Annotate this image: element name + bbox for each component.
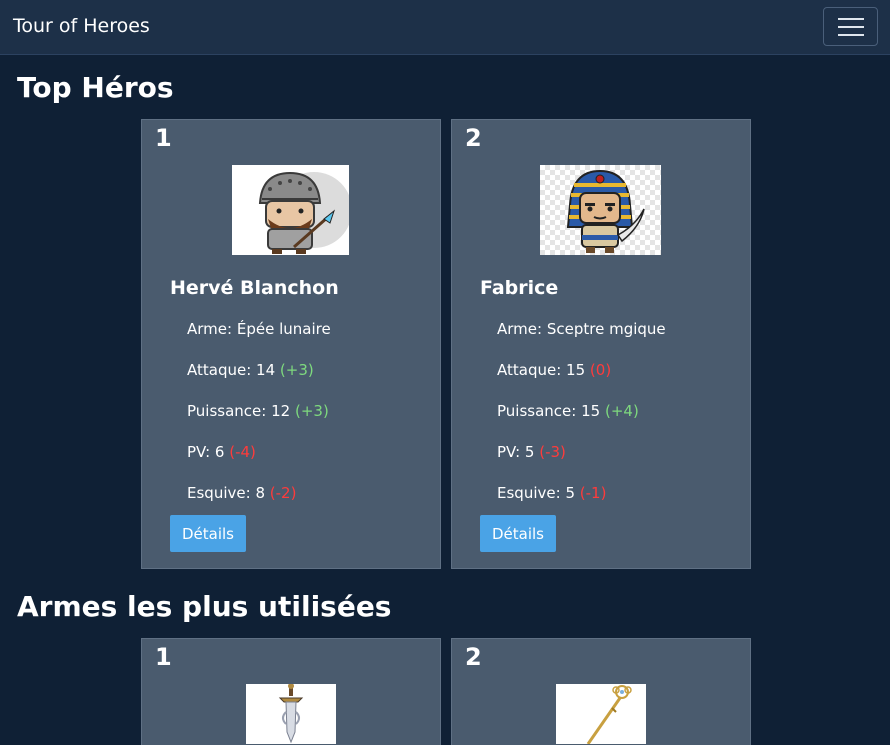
scepter-icon bbox=[556, 684, 646, 744]
brand-link[interactable]: Tour of Heroes bbox=[13, 15, 150, 37]
hero-name: Hervé Blanchon bbox=[170, 277, 339, 299]
hero-weapon: Arme: Sceptre mgique bbox=[497, 320, 666, 338]
details-button[interactable]: Détails bbox=[170, 515, 246, 552]
weapon-card: 1 bbox=[141, 638, 441, 745]
hero-power: Puissance: 12 (+3) bbox=[187, 402, 329, 420]
hero-attack: Attaque: 14 (+3) bbox=[187, 361, 314, 379]
hero-rank: 1 bbox=[155, 124, 172, 152]
hero-dodge: Esquive: 5 (-1) bbox=[497, 484, 607, 502]
hero-hp: PV: 6 (-4) bbox=[187, 443, 256, 461]
weapon-card: 2 bbox=[451, 638, 751, 745]
top-heroes-title: Top Héros bbox=[17, 71, 174, 104]
hero-card: 1 Hervé Blanchon Arme: Épée lunaire Atta… bbox=[141, 119, 441, 569]
soldier-with-spear-icon bbox=[232, 165, 349, 255]
weapon-rank: 2 bbox=[465, 643, 482, 671]
weapon-rank: 1 bbox=[155, 643, 172, 671]
sword-icon bbox=[246, 684, 336, 744]
hamburger-menu-icon[interactable] bbox=[823, 7, 878, 46]
hero-hp: PV: 5 (-3) bbox=[497, 443, 566, 461]
hero-weapon: Arme: Épée lunaire bbox=[187, 320, 331, 338]
details-button[interactable]: Détails bbox=[480, 515, 556, 552]
navbar: Tour of Heroes bbox=[0, 0, 890, 55]
pharaoh-with-sword-icon bbox=[540, 165, 661, 255]
hero-dodge: Esquive: 8 (-2) bbox=[187, 484, 297, 502]
hero-name: Fabrice bbox=[480, 277, 559, 299]
top-weapons-title: Armes les plus utilisées bbox=[17, 590, 392, 623]
hero-rank: 2 bbox=[465, 124, 482, 152]
hero-card: 2 Fabrice Arme: Sceptre mgique Attaque: … bbox=[451, 119, 751, 569]
hero-attack: Attaque: 15 (0) bbox=[497, 361, 612, 379]
hero-power: Puissance: 15 (+4) bbox=[497, 402, 639, 420]
